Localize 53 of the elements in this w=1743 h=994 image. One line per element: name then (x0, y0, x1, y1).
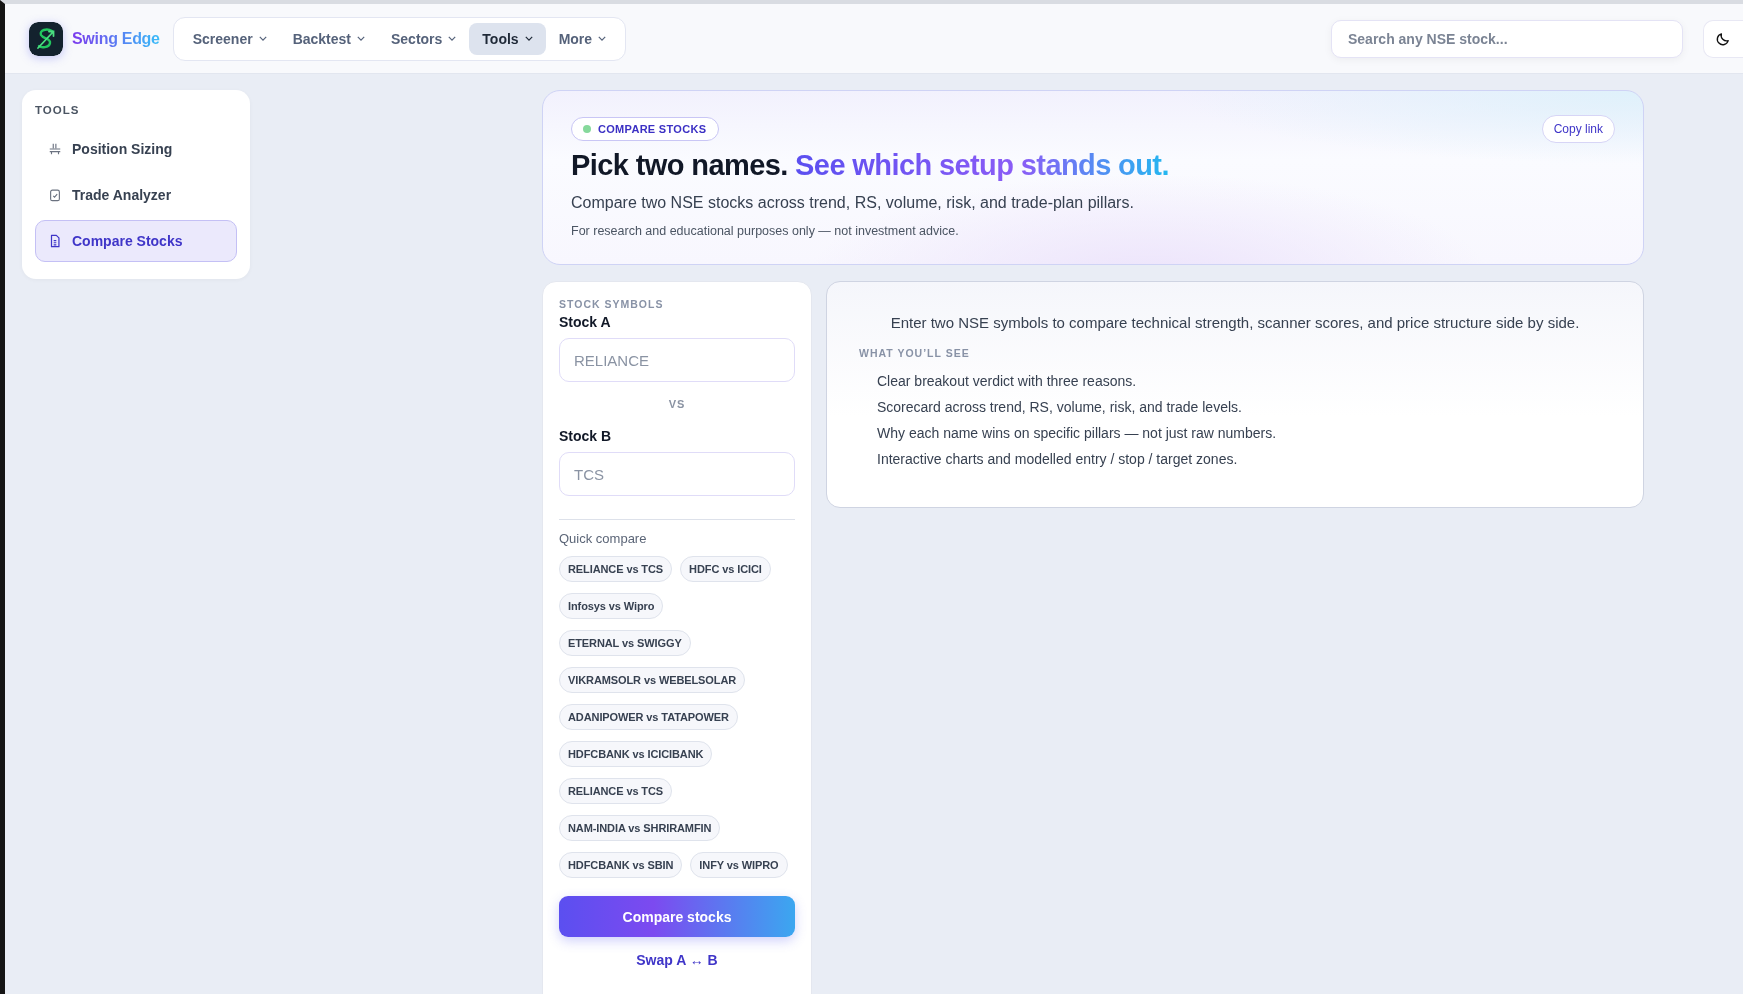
document-icon (48, 234, 62, 248)
section-heading: WHAT YOU’LL SEE (859, 347, 971, 359)
feature-item: Scorecard across trend, RS, volume, risk, and trade levels. (877, 399, 1243, 415)
sidebar-item[interactable]: Trade Analyzer (35, 174, 237, 216)
logo-icon[interactable] (29, 21, 63, 56)
sidebar-heading: TOOLS (35, 103, 81, 118)
quick-compare-chip[interactable]: ETERNAL vs SWIGGY (559, 630, 691, 656)
theme-toggle-button[interactable] (1703, 19, 1743, 58)
form-heading: STOCK SYMBOLS (559, 298, 665, 310)
feature-item: Why each name wins on specific pillars — not just raw numbers. (877, 425, 1278, 441)
quick-compare-chip[interactable]: INFY vs WIPRO (690, 852, 788, 878)
nav-menu-button[interactable]: Tools (469, 22, 546, 55)
field-label: Stock B (559, 428, 613, 444)
nav-menu-button[interactable]: Screener (179, 22, 280, 55)
stock-b-field[interactable]: TCS (559, 452, 795, 496)
nav-menu-button[interactable]: Backtest (279, 22, 378, 55)
quick-compare-chip[interactable]: RELIANCE vs TCS (559, 778, 673, 804)
hero-subtitle: Compare two NSE stocks across trend, RS, volume, risk, and trade-plan pillars. (571, 194, 1135, 212)
vs-label: VS (667, 398, 687, 410)
sidebar-item[interactable]: Compare Stocks (35, 220, 237, 262)
nav-menu-button[interactable]: More (545, 22, 620, 55)
quick-compare-chip[interactable]: RELIANCE vs TCS (559, 556, 673, 582)
scale-icon (48, 142, 62, 156)
search-field[interactable]: Search any NSE stock... (1331, 19, 1683, 58)
chevron-down-icon (448, 36, 457, 41)
quick-compare-chip[interactable]: ADANIPOWER vs TATAPOWER (559, 704, 738, 730)
quick-compare-chip[interactable]: HDFCBANK vs SBIN (559, 852, 683, 878)
quick-compare-chip[interactable]: HDFCBANK vs ICICIBANK (559, 741, 713, 767)
quick-compare-chip[interactable]: NAM-INDIA vs SHRIRAMFIN (559, 815, 721, 841)
copy-link-button[interactable]: Copy link (1541, 115, 1615, 143)
nav-menu-button[interactable]: Sectors (378, 22, 470, 55)
quick-compare-chip[interactable]: VIKRAMSOLR vs WEBELSOLAR (559, 667, 746, 693)
feature-item: Interactive charts and modelled entry / stop / target zones. (877, 451, 1239, 467)
feature-item: Clear breakout verdict with three reasons. (877, 373, 1138, 389)
chevron-down-icon (258, 36, 267, 41)
clipboard-check-icon (48, 188, 62, 202)
quick-compare-chip[interactable]: Infosys vs Wipro (559, 593, 664, 619)
chevron-down-icon (524, 36, 533, 41)
field-label: Stock A (559, 314, 612, 330)
section-badge: COMPARE STOCKS (571, 117, 720, 141)
sidebar-item[interactable]: Position Sizing (35, 128, 237, 170)
intro-text: Enter two NSE symbols to compare technical strength, scanner scores, and price structure side by side. (889, 314, 1581, 331)
chevron-down-icon (598, 36, 607, 41)
brand-name[interactable]: Swing Edge (72, 29, 160, 48)
chevron-down-icon (357, 36, 365, 41)
moon-icon (1715, 30, 1732, 47)
swap-link[interactable]: Swap A ↔ B (630, 951, 724, 969)
compare-button[interactable]: Compare stocks (559, 896, 795, 937)
disclaimer-text: For research and educational purposes only — not investment advice. (571, 224, 960, 238)
quick-compare-label: Quick compare (559, 531, 648, 546)
quick-compare-chip[interactable]: HDFC vs ICICI (680, 556, 771, 582)
status-dot-icon (583, 125, 591, 133)
stock-a-field[interactable]: RELIANCE (559, 338, 795, 382)
